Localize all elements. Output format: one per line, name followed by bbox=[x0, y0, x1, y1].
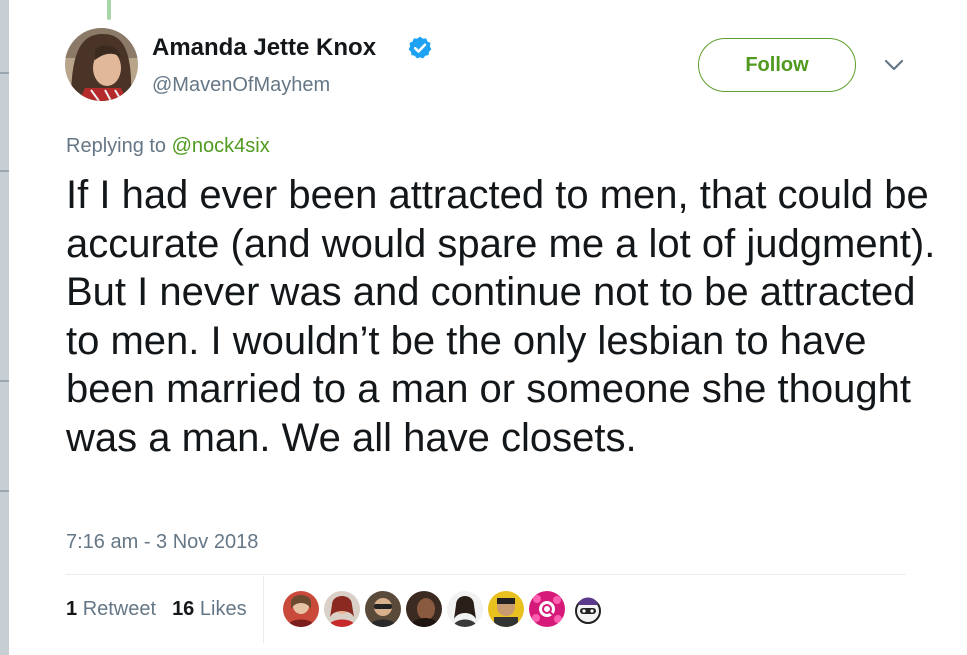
tweet-card: Amanda Jette Knox @MavenOfMayhem Follow … bbox=[9, 0, 967, 655]
follow-button[interactable]: Follow bbox=[698, 38, 856, 92]
user-avatar-icon bbox=[406, 591, 442, 627]
tweet-stats: 1 Retweet 16 Likes bbox=[66, 598, 247, 621]
user-avatar-icon bbox=[570, 591, 606, 627]
liker-avatar[interactable] bbox=[447, 591, 483, 627]
liker-avatar[interactable] bbox=[324, 591, 360, 627]
retweets-count: 1 bbox=[66, 598, 78, 620]
user-avatar-icon bbox=[447, 591, 483, 627]
liker-avatar[interactable] bbox=[488, 591, 524, 627]
user-avatar-icon bbox=[283, 591, 319, 627]
likes-label: Likes bbox=[199, 598, 247, 620]
user-avatar-icon bbox=[488, 591, 524, 627]
user-avatar-icon bbox=[365, 591, 401, 627]
likes-count: 16 bbox=[172, 598, 195, 620]
replying-prefix: Replying to bbox=[66, 135, 167, 157]
likes-stat[interactable]: 16 Likes bbox=[172, 598, 247, 621]
tweet-text: If I had ever been attracted to men, tha… bbox=[66, 173, 936, 460]
strip-mark bbox=[0, 72, 9, 74]
tweet-timestamp[interactable]: 7:16 am - 3 Nov 2018 bbox=[66, 531, 258, 554]
author-display-name[interactable]: Amanda Jette Knox bbox=[152, 34, 376, 62]
strip-mark bbox=[0, 170, 9, 172]
strip-mark bbox=[0, 380, 9, 382]
liker-avatar[interactable] bbox=[365, 591, 401, 627]
liker-avatar[interactable] bbox=[406, 591, 442, 627]
background-strip bbox=[0, 0, 9, 655]
liker-avatar[interactable] bbox=[283, 591, 319, 627]
thread-line bbox=[107, 0, 111, 20]
retweets-stat[interactable]: 1 Retweet bbox=[66, 598, 156, 621]
chevron-down-icon[interactable] bbox=[882, 57, 906, 73]
author-avatar[interactable] bbox=[65, 28, 138, 101]
replying-mention-link[interactable]: @nock4six bbox=[172, 135, 270, 157]
liker-avatars bbox=[283, 591, 606, 627]
liker-avatar[interactable] bbox=[570, 591, 606, 627]
liker-avatar[interactable] bbox=[529, 591, 565, 627]
replying-to: Replying to @nock4six bbox=[66, 135, 270, 158]
divider bbox=[66, 574, 906, 575]
retweets-label: Retweet bbox=[82, 598, 157, 620]
user-avatar-photo-icon bbox=[65, 28, 138, 101]
author-handle[interactable]: @MavenOfMayhem bbox=[152, 74, 330, 97]
strip-mark bbox=[0, 490, 9, 492]
verified-badge-icon bbox=[408, 36, 432, 59]
user-avatar-icon bbox=[324, 591, 360, 627]
stats-separator bbox=[263, 576, 264, 643]
user-avatar-icon bbox=[529, 591, 565, 627]
